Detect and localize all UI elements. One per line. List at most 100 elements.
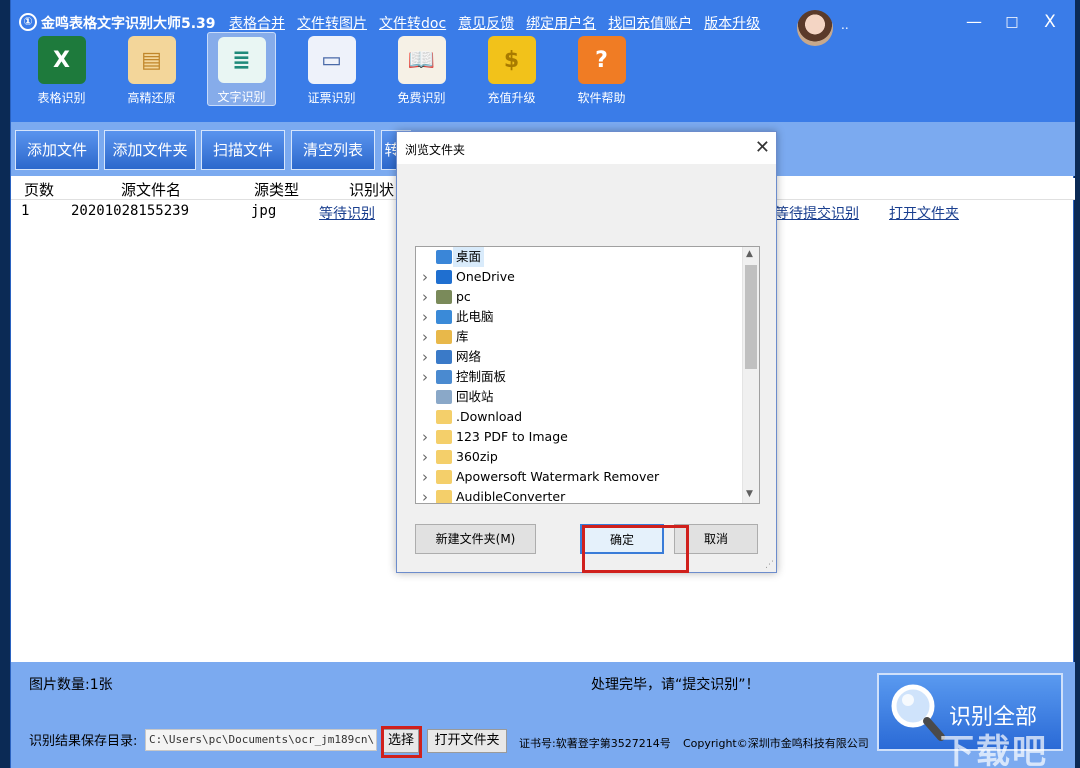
tree-item-label: 360zip: [456, 449, 498, 464]
top-link-5[interactable]: 找回充值账户: [608, 13, 692, 33]
tree-item[interactable]: 回收站: [416, 387, 742, 407]
toolbar-item-label: 免费识别: [397, 91, 446, 105]
toolbar-item-5[interactable]: $ 充值升级: [477, 32, 546, 106]
top-link-4[interactable]: 绑定用户名: [526, 13, 596, 33]
dialog-close-icon[interactable]: ✕: [755, 137, 770, 158]
tree-item[interactable]: › 控制面板: [416, 367, 742, 387]
chevron-right-icon[interactable]: ›: [422, 287, 428, 307]
title-bar: ① 金鸣表格文字识别大师5.39 表格合并 文件转图片 文件转doc 意见反馈 绑定用户…: [11, 0, 1075, 122]
tree-item-label: 库: [456, 329, 469, 344]
excel-icon: X: [37, 36, 86, 84]
maximize-button[interactable]: □: [995, 8, 1029, 36]
tree-item-label: .Download: [456, 409, 523, 424]
top-links: 表格合并 文件转图片 文件转doc 意见反馈 绑定用户名 找回充值账户 版本升级: [229, 13, 760, 33]
folder-tree[interactable]: 桌面 › OneDrive › pc › 此电脑 › 库 › 网络 › 控制面板 回收站 .Download…: [415, 246, 760, 504]
tree-item[interactable]: › 网络: [416, 347, 742, 367]
folder-icon: [436, 410, 452, 424]
chevron-right-icon[interactable]: ›: [422, 367, 428, 387]
top-link-6[interactable]: 版本升级: [704, 13, 760, 33]
scroll-up-icon[interactable]: ▲: [746, 249, 753, 259]
desktop-icon: [436, 250, 452, 264]
tree-item[interactable]: › 库: [416, 327, 742, 347]
chevron-right-icon[interactable]: ›: [422, 487, 428, 503]
tree-item[interactable]: › 360zip: [416, 447, 742, 467]
header-page[interactable]: 页数: [24, 179, 54, 200]
chevron-right-icon[interactable]: ›: [422, 467, 428, 487]
new-folder-button[interactable]: 新建文件夹(M): [415, 524, 536, 554]
tree-item-label: Apowersoft Watermark Remover: [456, 469, 660, 484]
text-document-icon: ≣: [217, 37, 266, 83]
coin-icon: $: [487, 36, 536, 84]
toolbar-item-label: 表格识别: [37, 91, 86, 105]
id-card-icon: ▭: [307, 36, 356, 84]
tree-item[interactable]: › OneDrive: [416, 267, 742, 287]
add-folder-button[interactable]: 添加文件夹: [104, 130, 196, 170]
tree-item-label: 控制面板: [456, 369, 507, 384]
toolbar-item-3[interactable]: ▭ 证票识别: [297, 32, 366, 106]
dialog-title: 浏览文件夹: [405, 143, 466, 157]
tree-item[interactable]: .Download: [416, 407, 742, 427]
toolbar-item-0[interactable]: X 表格识别: [27, 32, 96, 106]
bottom-panel: 图片数量:1张 处理完毕，请“提交识别”！ 识别结果保存目录: C:\Users…: [11, 662, 1075, 768]
top-link-3[interactable]: 意见反馈: [458, 13, 514, 33]
status-message: 处理完毕，请“提交识别”！: [591, 677, 760, 693]
tree-item[interactable]: 桌面: [416, 247, 742, 267]
tree-item[interactable]: › AudibleConverter: [416, 487, 742, 503]
chevron-right-icon[interactable]: ›: [422, 307, 428, 327]
chevron-right-icon[interactable]: ›: [422, 267, 428, 287]
tree-item[interactable]: › 123 PDF to Image: [416, 427, 742, 447]
top-link-2[interactable]: 文件转doc: [379, 13, 446, 33]
chevron-right-icon[interactable]: ›: [422, 347, 428, 367]
dialog-title-bar: 浏览文件夹 ✕: [397, 132, 776, 164]
header-status[interactable]: 识别状: [349, 179, 394, 200]
save-dir-input[interactable]: C:\Users\pc\Documents\ocr_jm189cn\: [145, 729, 377, 751]
toolbar-item-label: 软件帮助: [577, 91, 626, 105]
header-source-type[interactable]: 源类型: [254, 179, 299, 200]
toolbar-item-6[interactable]: ? 软件帮助: [567, 32, 636, 106]
row-open-folder-link[interactable]: 打开文件夹: [889, 203, 959, 223]
scroll-down-icon[interactable]: ▼: [746, 489, 753, 499]
add-file-button[interactable]: 添加文件: [15, 130, 99, 170]
scan-file-button[interactable]: 扫描文件: [201, 130, 285, 170]
row-file-name: 20201028155239: [71, 203, 190, 219]
toolbar-item-2[interactable]: ≣ 文字识别: [207, 32, 276, 106]
header-source-name[interactable]: 源文件名: [121, 179, 181, 200]
close-button[interactable]: X: [1033, 8, 1067, 36]
username[interactable]: ..: [841, 18, 849, 32]
user-icon: [436, 290, 452, 304]
toolbar-item-1[interactable]: ▤ 高精还原: [117, 32, 186, 106]
tree-item[interactable]: › 此电脑: [416, 307, 742, 327]
toolbar-item-label: 文字识别: [217, 90, 266, 104]
top-link-1[interactable]: 文件转图片: [297, 13, 367, 33]
certificate-text: 证书号:软著登字第3527214号: [519, 737, 671, 750]
chevron-right-icon[interactable]: ›: [422, 447, 428, 467]
top-link-0[interactable]: 表格合并: [229, 13, 285, 33]
resize-grip-icon[interactable]: ⋰: [765, 560, 774, 570]
folder-icon: [436, 470, 452, 484]
open-folder-button[interactable]: 打开文件夹: [427, 729, 507, 753]
tree-scrollbar[interactable]: ▲ ▼: [742, 247, 759, 503]
toolbar-item-label: 高精还原: [127, 91, 176, 105]
network-icon: [436, 350, 452, 364]
row-status-link[interactable]: 等待识别: [319, 203, 375, 223]
cloud-icon: [436, 270, 452, 284]
toolbar-item-4[interactable]: 📖 免费识别: [387, 32, 456, 106]
tree-item-label: 123 PDF to Image: [456, 429, 568, 444]
tree-item-label: 网络: [456, 349, 482, 364]
image-count: 图片数量:1张: [29, 677, 113, 693]
tree-item[interactable]: › pc: [416, 287, 742, 307]
minimize-button[interactable]: —: [957, 8, 991, 36]
chevron-right-icon[interactable]: ›: [422, 327, 428, 347]
folder-icon: [436, 430, 452, 444]
chevron-right-icon[interactable]: ›: [422, 427, 428, 447]
scroll-thumb[interactable]: [745, 265, 757, 369]
tree-item[interactable]: › Apowersoft Watermark Remover: [416, 467, 742, 487]
tree-item-label: OneDrive: [456, 269, 515, 284]
row-submit-link[interactable]: 等待提交识别: [775, 203, 859, 223]
toolbar-item-label: 证票识别: [307, 91, 356, 105]
clear-list-button[interactable]: 清空列表: [291, 130, 375, 170]
tree-item-label: 此电脑: [456, 309, 494, 324]
avatar[interactable]: [797, 10, 833, 46]
tree-item-label: pc: [456, 289, 471, 304]
folder-icon: [436, 450, 452, 464]
